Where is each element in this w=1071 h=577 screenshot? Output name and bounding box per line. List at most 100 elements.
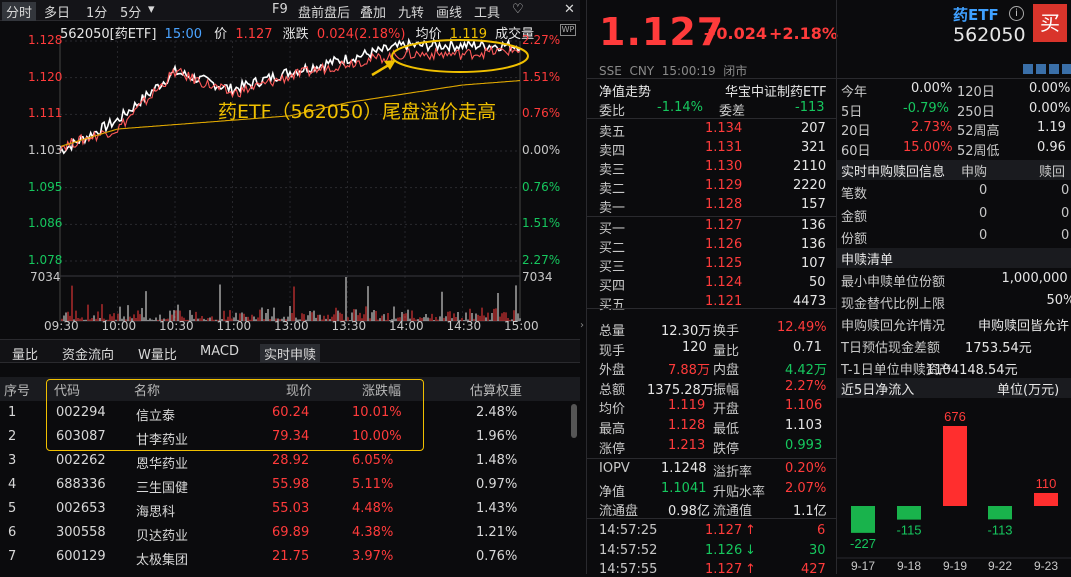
stat-value: 7.88万 [668,359,710,378]
buy-button[interactable]: 买 [1033,4,1067,42]
table-row[interactable]: 4 688336 三生国健 55.98 5.11% 0.97% [0,473,575,497]
perf-value: 2.73% [911,120,952,135]
edit-icon[interactable] [1023,64,1033,74]
perf-label: 120日 [957,81,995,100]
table-cell: 4.38% [352,525,393,540]
flow-value: -227 [850,536,876,551]
tab-multiday[interactable]: 多日 [44,2,70,21]
f9-button[interactable]: F9 [272,2,288,17]
stat-label: 换手 [713,320,739,339]
table-cell: 0.76% [476,549,517,564]
book-label: 卖一 [599,197,625,216]
table-cell: 6 [8,525,16,540]
table-cell: 3 [8,453,16,468]
list-value: 50% [1047,293,1071,308]
tab-volume-ratio[interactable]: 量比 [12,344,38,363]
tab-intraday[interactable]: 分时 [2,2,36,21]
iopv-value: 1.1041 [661,481,707,496]
book-volume: 321 [801,140,826,155]
table-cell: 4 [8,477,16,492]
iopv-label: 升贴水率 [713,481,765,500]
tab-5min[interactable]: 5分 [120,2,141,21]
iopv-label: 流通盘 [599,500,638,519]
y-label-right: 0.76% [522,106,560,120]
etf-info-panel: 药ETF i 562050 买 今年0.00%120日0.00%5日-0.79%… [836,0,1071,574]
table-cell: 5 [8,501,16,516]
rt-value: 0 [1061,206,1069,221]
table-row[interactable]: 5002653海思科55.034.48%1.43% [0,497,575,521]
more-icon[interactable] [1062,64,1071,74]
x-label: 10:30 [159,319,194,333]
table-cell: 55.98 [272,477,309,492]
table-cell: 恩华药业 [136,453,188,472]
flow-bar [897,506,921,520]
etf-code: 562050 [953,24,1026,46]
table-cell: 600129 [56,549,106,564]
flow-category: 9-22 [988,559,1012,573]
book-label: 卖五 [599,121,625,140]
flow-bar [988,506,1012,519]
tab-macd[interactable]: MACD [200,344,239,359]
tick-volume: 427 [801,562,826,577]
nine-turn-button[interactable]: 九转 [398,2,424,21]
table-cell: 5.11% [352,477,393,492]
intraday-chart[interactable]: 562050[药ETF] 15:00 价 1.127 涨跌 0.024(2.18… [0,21,580,338]
stat-label: 振幅 [713,379,739,398]
perf-label: 5日 [841,101,862,120]
stat-value: 1.128 [668,418,705,433]
table-cell: 三生国健 [136,477,188,496]
stat-label: 现手 [599,340,625,359]
alert-icon[interactable] [1036,64,1046,74]
x-label: 13:00 [274,319,309,333]
highlight-box [46,379,424,451]
premarket-button[interactable]: 盘前盘后 [298,2,350,21]
overlay-button[interactable]: 叠加 [360,2,386,21]
stat-value: 1.106 [785,398,822,413]
table-cell: 0.97% [476,477,517,492]
table-cell: 688336 [56,477,106,492]
chevron-down-icon[interactable]: ▾ [148,2,155,17]
y-label-right: 1.51% [522,70,560,84]
stat-value: 0.993 [785,438,822,453]
close-icon[interactable]: ✕ [564,2,575,17]
stat-label: 总额 [599,379,625,398]
tab-1min[interactable]: 1分 [86,2,107,21]
rt-value: 0 [979,228,987,243]
stat-value: 1375.28万 [647,379,714,398]
table-row[interactable]: 3002262恩华药业28.926.05%1.48% [0,449,575,473]
list-value: 1,000,000 [1002,271,1068,286]
tab-realtime-creation[interactable]: 实时申赎 [260,344,320,363]
table-cell: 300558 [56,525,106,540]
book-price: 1.124 [705,275,742,290]
table-row[interactable]: 7600129太极集团21.753.97%0.76% [0,545,575,569]
tick-volume: 6 [817,523,825,538]
book-label: 卖二 [599,178,625,197]
stat-label: 内盘 [713,359,739,378]
realtime-header: 实时申购赎回信息 申购 赎回 [837,160,1071,180]
add-icon[interactable] [1049,64,1059,74]
heart-icon[interactable]: ♡ [512,2,524,17]
book-volume: 136 [801,218,826,233]
table-cell: 55.03 [272,501,309,516]
stat-label: 量比 [713,340,739,359]
draw-button[interactable]: 画线 [436,2,462,21]
table-row[interactable]: 6300558贝达药业69.894.38%1.21% [0,521,575,545]
y-label-left: 1.086 [28,216,62,230]
table-cell: 28.92 [272,453,309,468]
book-label: 买二 [599,237,625,256]
y-label-right: 2.27% [522,253,560,267]
book-volume: 107 [801,256,826,271]
tab-money-flow[interactable]: 资金流向 [62,344,114,363]
iopv-value: 0.98亿 [668,500,710,519]
table-cell: 1.43% [476,501,517,516]
table-scrollbar[interactable] [571,404,577,438]
book-price: 1.129 [705,178,742,193]
iopv-value: 2.07% [785,481,826,496]
flow-category: 9-23 [1034,559,1058,573]
info-icon[interactable]: i [1009,6,1024,21]
flow-value: 110 [1036,476,1057,491]
tools-button[interactable]: 工具 [474,2,500,21]
tab-w-volume-ratio[interactable]: W量比 [138,344,177,363]
y-label-left: 1.095 [28,180,62,194]
rt-value: 0 [979,206,987,221]
